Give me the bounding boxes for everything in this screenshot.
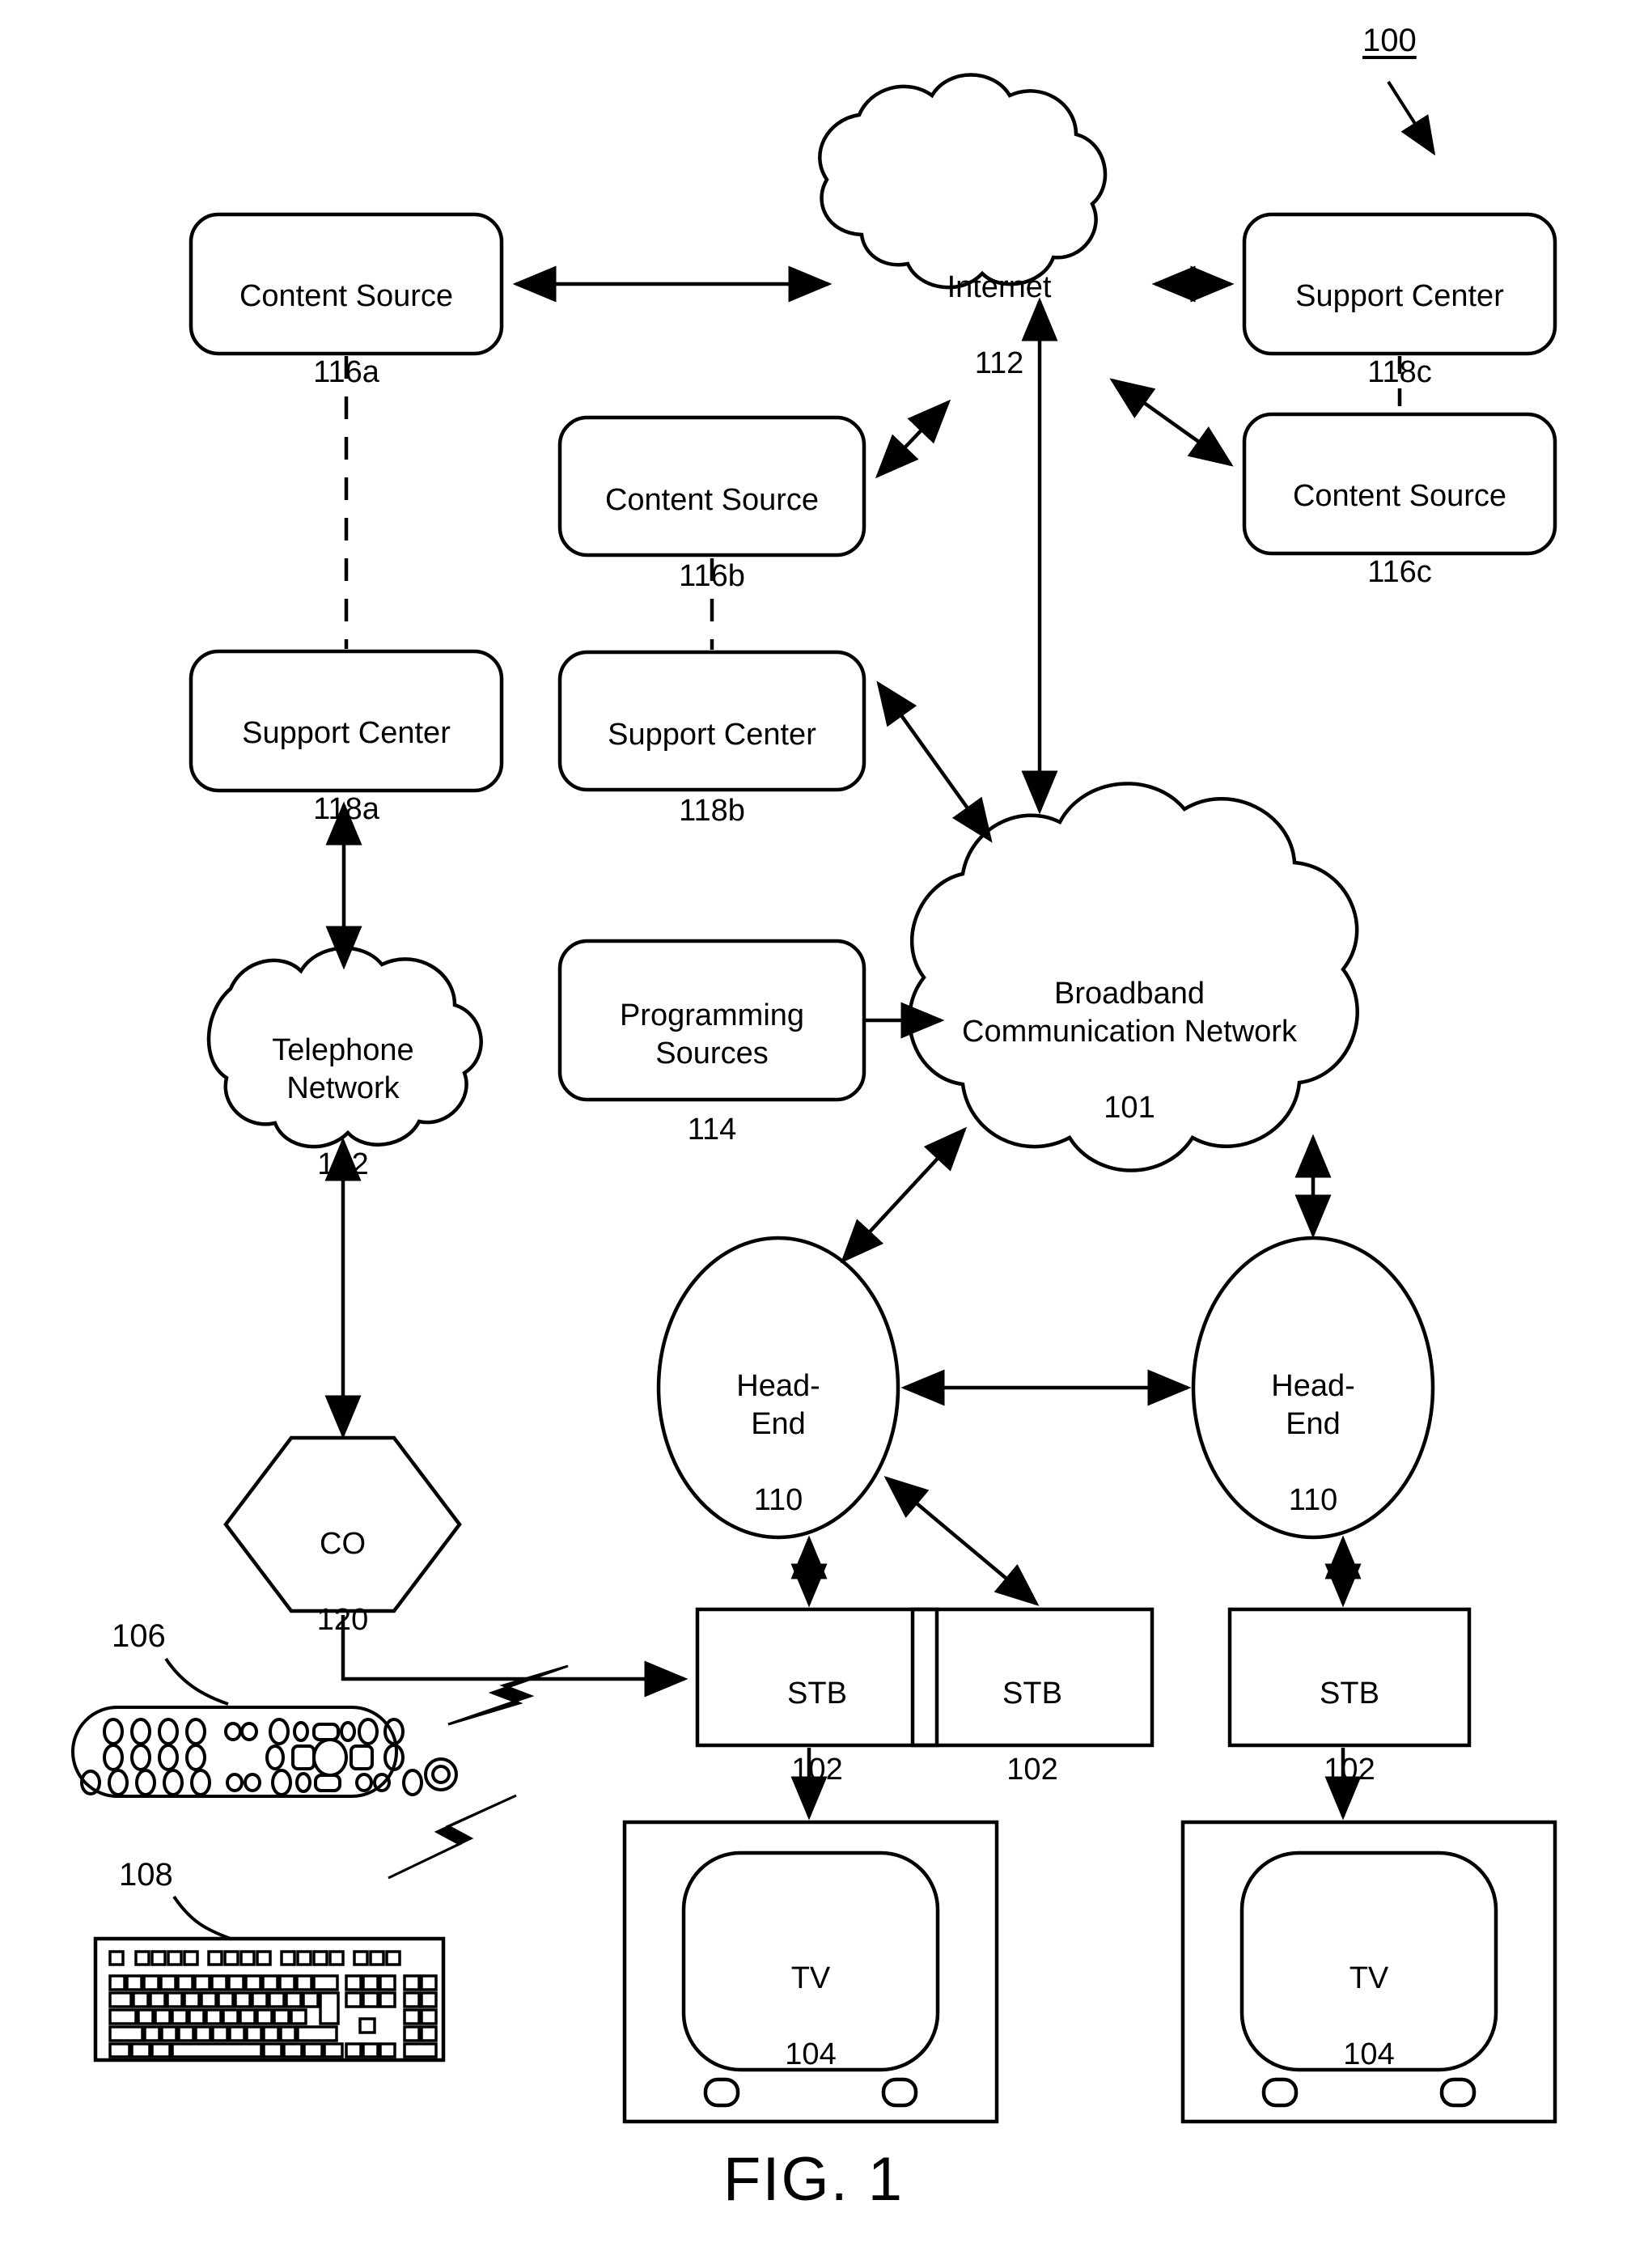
- shape-stb-1: [695, 1607, 939, 1748]
- shape-tv-1-knob-left: [703, 2077, 740, 2108]
- shape-tv-2-knob-left: [1261, 2077, 1299, 2108]
- shape-programming-sources-114: [557, 939, 866, 1102]
- patent-figure-1: 100 Content Source 116a Support Center 1…: [0, 0, 1627, 2268]
- leader-line-100: [1387, 80, 1436, 156]
- shape-tv-2-screen: [1239, 1850, 1498, 2072]
- shape-head-end-left: [656, 1236, 900, 1540]
- shape-support-center-118c: [1242, 212, 1557, 356]
- shape-telephone-cloud: [206, 946, 483, 1149]
- wireless-bolt-keyboard: [388, 1794, 517, 1880]
- shape-support-center-118b: [557, 650, 866, 792]
- conn-116c-internet: [1109, 378, 1234, 467]
- leader-line-108: [172, 1895, 231, 1940]
- conn-118b-broadband: [876, 680, 993, 843]
- conn-116b-internet: [875, 399, 951, 479]
- figure-caption: FIG. 1: [722, 2145, 905, 2214]
- shape-content-source-116a: [189, 212, 504, 356]
- keyboard-reference-label: 108: [119, 1857, 173, 1893]
- shape-stb-3: [1227, 1607, 1472, 1748]
- shape-tv-2-case: [1180, 1820, 1557, 2124]
- conn-headend-left-stb2: [883, 1476, 1040, 1606]
- shape-tv-1-case: [622, 1820, 999, 2124]
- shape-head-end-right: [1191, 1236, 1435, 1540]
- shape-tv-2-knob-right: [1439, 2077, 1477, 2108]
- shape-tv-1-knob-right: [881, 2077, 918, 2108]
- shape-tv-1-screen: [681, 1850, 940, 2072]
- system-reference-label: 100: [1362, 23, 1417, 58]
- conn-co-stb1: [341, 1615, 689, 1698]
- shape-broadband-cloud: [907, 782, 1359, 1172]
- shape-content-source-116c: [1242, 412, 1557, 556]
- conn-broadband-headend-left: [840, 1126, 968, 1264]
- figure-drawing-canvas: [71, 73, 1557, 2124]
- shape-support-center-118a: [189, 649, 504, 793]
- leader-line-106: [164, 1657, 229, 1706]
- wireless-bolt-remote: [447, 1664, 569, 1726]
- shape-remote-control: [71, 1706, 458, 1798]
- shape-internet-cloud: [818, 73, 1108, 290]
- remote-control-reference-label: 106: [112, 1618, 166, 1654]
- shape-content-source-116b: [557, 415, 866, 557]
- shape-stb-2: [910, 1607, 1155, 1748]
- shape-keyboard: [93, 1936, 446, 2062]
- shape-co-hexagon: [223, 1435, 462, 1613]
